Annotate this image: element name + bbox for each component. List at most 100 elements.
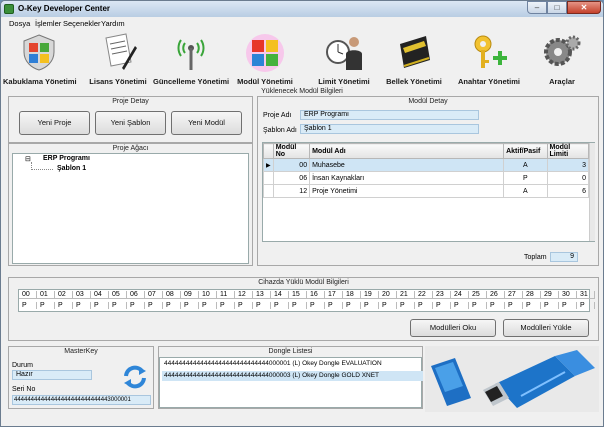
modulleri-oku-button[interactable]: Modülleri Oku xyxy=(410,319,496,337)
close-button[interactable]: ✕ xyxy=(567,1,601,14)
menu-islemler[interactable]: İşlemler xyxy=(35,19,61,28)
yeni-proje-button[interactable]: Yeni Proje xyxy=(19,111,90,135)
cell-modul-limiti[interactable]: 6 xyxy=(546,184,590,198)
port-value-cell[interactable]: P xyxy=(559,302,577,309)
yeni-modul-button[interactable]: Yeni Modül xyxy=(171,111,242,135)
cell-modul-no[interactable]: 06 xyxy=(272,171,311,185)
port-header-cell: 05 xyxy=(109,291,127,298)
minimize-button[interactable]: – xyxy=(527,1,547,14)
port-value-cell[interactable]: P xyxy=(343,302,361,309)
cell-modul-adi[interactable]: İnsan Kaynakları xyxy=(309,171,505,185)
port-value-cell[interactable]: P xyxy=(505,302,523,309)
port-header-cell: 24 xyxy=(451,291,469,298)
gears-icon xyxy=(544,35,581,66)
tool-label: Lisans Yönetimi xyxy=(89,77,147,86)
port-value-cell[interactable]: P xyxy=(577,302,595,309)
port-value-cell[interactable]: P xyxy=(469,302,487,309)
tool-bellek[interactable]: Bellek Yönetimi xyxy=(381,30,447,88)
app-icon xyxy=(4,4,14,14)
port-value-cell[interactable]: P xyxy=(487,302,505,309)
port-value-cell[interactable]: P xyxy=(181,302,199,309)
port-header-cell: 30 xyxy=(559,291,577,298)
col-modul-adi[interactable]: Modül Adı xyxy=(309,143,505,159)
port-value-cell[interactable]: P xyxy=(37,302,55,309)
port-header-cell: 06 xyxy=(127,291,145,298)
menu-bar: Dosya İşlemler Seçenekler Yardım xyxy=(1,17,603,30)
port-value-cell[interactable]: P xyxy=(19,302,37,309)
maximize-button[interactable]: □ xyxy=(547,1,567,14)
list-item-selected[interactable]: 44444444444444444444444444444000003 (L) … xyxy=(162,371,423,381)
table-row[interactable]: 06 İnsan Kaynakları P 0 xyxy=(263,171,590,185)
menu-secenekler[interactable]: Seçenekler xyxy=(63,19,101,28)
modul-detay-panel: Modül Detay Proje Adı ERP Programı Şablo… xyxy=(257,96,599,266)
port-value-cell[interactable]: P xyxy=(325,302,343,309)
port-header-cell: 22 xyxy=(415,291,433,298)
port-value-cell[interactable]: P xyxy=(307,302,325,309)
proje-adi-field[interactable]: ERP Programı xyxy=(300,110,479,120)
port-value-cell[interactable]: P xyxy=(217,302,235,309)
col-modul-limiti[interactable]: Modül Limiti xyxy=(546,143,590,159)
tree-node-child[interactable]: Şablon 1 xyxy=(57,165,86,172)
port-value-cell[interactable]: P xyxy=(73,302,91,309)
port-value-cell[interactable]: P xyxy=(379,302,397,309)
col-modul-no[interactable]: Modül No xyxy=(272,143,311,159)
port-value-cell[interactable]: P xyxy=(271,302,289,309)
cell-modul-adi[interactable]: Proje Yönetimi xyxy=(309,184,505,198)
port-value-cell[interactable]: P xyxy=(109,302,127,309)
refresh-icon[interactable] xyxy=(122,364,148,390)
menu-dosya[interactable]: Dosya xyxy=(9,19,30,28)
cubes-icon xyxy=(246,34,284,72)
port-value-cell[interactable]: P xyxy=(145,302,163,309)
list-item[interactable]: 44444444444444444444444444444000001 (L) … xyxy=(162,359,423,369)
port-value-cell[interactable]: P xyxy=(235,302,253,309)
tree-expand-icon[interactable]: ⊟ xyxy=(25,155,31,163)
port-header-cell: 03 xyxy=(73,291,91,298)
port-value-row: PPPPPPPPPPPPPPPPPPPPPPPPPPPPPPPP xyxy=(19,302,595,309)
port-value-cell[interactable]: P xyxy=(163,302,181,309)
port-header-cell: 20 xyxy=(379,291,397,298)
tool-araclar[interactable]: Araçlar xyxy=(529,30,595,88)
sablon-adi-field[interactable]: Şablon 1 xyxy=(300,124,479,134)
tool-guncelleme[interactable]: Güncelleme Yönetimi xyxy=(153,30,229,88)
tool-lisans[interactable]: Lisans Yönetimi xyxy=(85,30,151,88)
cell-modul-no[interactable]: 00 xyxy=(272,158,311,172)
port-header-cell: 02 xyxy=(55,291,73,298)
port-value-cell[interactable]: P xyxy=(541,302,559,309)
cell-modul-limiti[interactable]: 0 xyxy=(546,171,590,185)
vertical-scrollbar[interactable] xyxy=(589,143,595,241)
cell-aktif-pasif[interactable]: P xyxy=(503,171,548,185)
tree-node-root[interactable]: ERP Programı xyxy=(43,155,90,162)
port-header-cell: 25 xyxy=(469,291,487,298)
panel-title: Cihazda Yüklü Modül Bilgileri xyxy=(258,279,349,286)
port-value-cell[interactable]: P xyxy=(199,302,217,309)
tool-modul[interactable]: Modül Yönetimi xyxy=(235,30,295,88)
tool-anahtar[interactable]: Anahtar Yönetimi xyxy=(453,30,525,88)
port-value-cell[interactable]: P xyxy=(289,302,307,309)
port-value-cell[interactable]: P xyxy=(361,302,379,309)
table-row[interactable]: ▶ 00 Muhasebe A 3 xyxy=(263,158,590,172)
port-value-cell[interactable]: P xyxy=(451,302,469,309)
tool-limit[interactable]: Limit Yönetimi xyxy=(311,30,377,88)
port-header-cell: 26 xyxy=(487,291,505,298)
cell-modul-limiti[interactable]: 3 xyxy=(546,158,590,172)
port-value-cell[interactable]: P xyxy=(91,302,109,309)
cell-aktif-pasif[interactable]: A xyxy=(503,158,548,172)
port-value-cell[interactable]: P xyxy=(127,302,145,309)
module-grid: Modül No Modül Adı Aktif/Pasif Modül Lim… xyxy=(262,142,595,242)
port-value-cell[interactable]: P xyxy=(433,302,451,309)
port-value-cell[interactable]: P xyxy=(523,302,541,309)
table-row[interactable]: 12 Proje Yönetimi A 6 xyxy=(263,184,590,198)
port-header-row: 00 01 02 03 04 05 06 07 08 09 10 11 12 13 14 15 16 17 18 19… xyxy=(19,291,595,299)
tool-kabuklama[interactable]: Kabuklama Yönetimi xyxy=(3,30,77,88)
port-value-cell[interactable]: P xyxy=(415,302,433,309)
modulleri-yukle-button[interactable]: Modülleri Yükle xyxy=(503,319,589,337)
port-value-cell[interactable]: P xyxy=(55,302,73,309)
port-value-cell[interactable]: P xyxy=(397,302,415,309)
col-aktif-pasif[interactable]: Aktif/Pasif xyxy=(503,143,548,159)
cell-aktif-pasif[interactable]: A xyxy=(503,184,548,198)
yeni-sablon-button[interactable]: Yeni Şablon xyxy=(95,111,166,135)
cell-modul-adi[interactable]: Muhasebe xyxy=(309,158,505,172)
port-value-cell[interactable]: P xyxy=(253,302,271,309)
cell-modul-no[interactable]: 12 xyxy=(272,184,311,198)
menu-yardim[interactable]: Yardım xyxy=(101,19,125,28)
